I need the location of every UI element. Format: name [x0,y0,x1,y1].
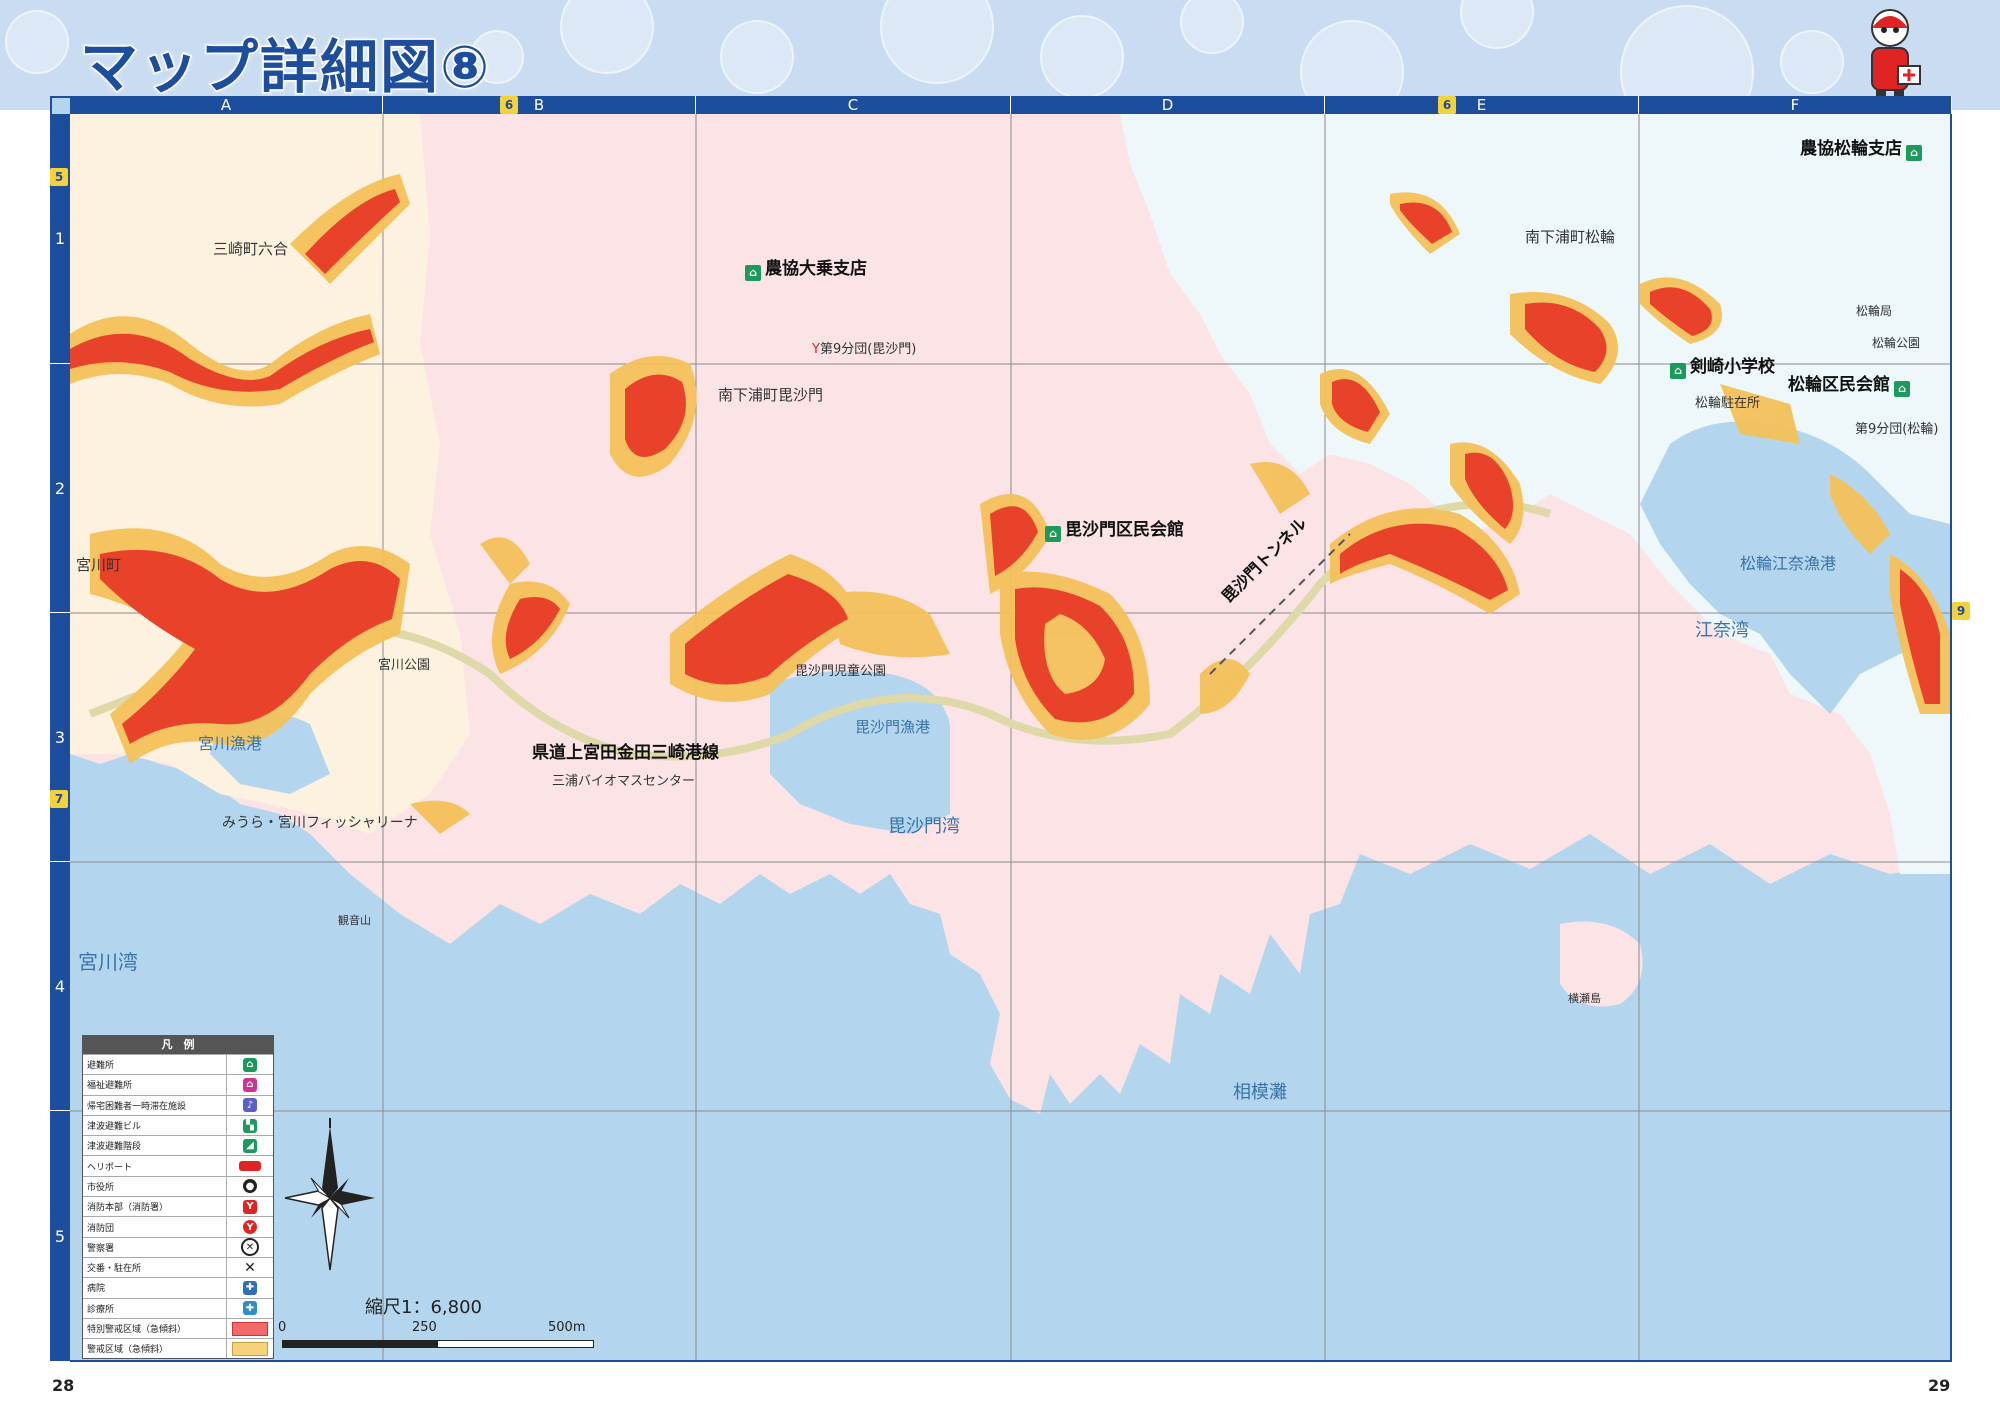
place-miyagawa-bay: 宮川湾 [78,950,138,974]
legend-item: 市役所 ● [83,1175,273,1197]
place-bishamon-port: 毘沙門漁港 [855,718,931,736]
place-bishamon-bay: 毘沙門湾 [888,816,960,837]
column-header-bar: A B C D E F [70,96,1952,114]
place-misaki-mutsuai: 三崎町六合 [213,240,289,258]
legend-item: 病院 ✚ [83,1277,273,1298]
scale-tick-0: 0 [278,1320,287,1335]
scale-label: 縮尺1：6,800 [365,1297,482,1318]
scale-bar [282,1340,594,1348]
place-kenzaki-school[interactable]: ⌂ 剣崎小学校 [1670,352,1775,379]
scale-tick-250: 250 [412,1320,437,1335]
special-warning-swatch [232,1321,268,1336]
place-miyagawa-arena: みうら・宮川フィッシャリーナ [222,815,418,831]
legend-item: 帰宅困難者一時滞在施設 ♪ [83,1094,273,1115]
fire-brigade-icon: Y [812,342,820,357]
place-miyagawa-cho: 宮川町 [76,556,122,574]
adjacent-page-marker-top-e[interactable]: 6 [1438,96,1456,114]
adjacent-page-marker-left-bottom[interactable]: 7 [50,790,68,808]
tsunami-stairs-icon: ◢ [243,1138,257,1153]
place-matsuwa-kyoku: 松輪局 [1856,304,1893,318]
city-hall-icon: ● [243,1179,257,1194]
place-matsuwa-enaport: 松輪江奈漁港 [1740,554,1837,573]
compass-rose-icon [284,1118,375,1271]
column-d: D [1011,96,1325,114]
legend-header: 凡 例 [83,1036,273,1054]
place-sagami-nada: 相模灘 [1233,1082,1287,1103]
tsunami-building-icon: ▚ [243,1118,257,1133]
hospital-icon: ✚ [243,1280,257,1295]
place-bishamon-kaikan[interactable]: ⌂ 毘沙門区民会館 [1045,515,1184,542]
row-2: 2 [50,364,70,613]
welfare-shelter-icon: ⌂ [243,1077,257,1092]
place-fire-9-matsuwa[interactable]: 第9分団(松輪) [1855,418,1938,437]
place-minami-matsuwa: 南下浦町松輪 [1525,228,1616,246]
heliport-icon [239,1161,261,1172]
place-bishamon-park: 毘沙門児童公園 [795,664,887,679]
place-minami-bishamon: 南下浦町毘沙門 [718,386,824,404]
fire-hq-icon: Y [243,1199,257,1214]
scale-tick-500: 500m [548,1320,586,1335]
column-a: A [70,96,383,114]
place-kannonyama: 観音山 [338,914,371,927]
legend-item: 警戒区域（急傾斜） [83,1338,273,1359]
temporary-stay-icon: ♪ [243,1098,257,1113]
row-4: 4 [50,862,70,1111]
legend-item: 警察署 ✕ [83,1236,273,1257]
place-matsuwa-park: 松輪公園 [1872,336,1921,350]
place-nokyo-matsuwa[interactable]: 農協松輪支店 ⌂ [1800,134,1926,161]
column-e: E [1325,96,1639,114]
place-matsuwa-kaikan[interactable]: 松輪区民会館 ⌂ [1788,370,1914,397]
place-fire-9-bishamon[interactable]: Y第9分団(毘沙門) [812,338,916,357]
place-miyagawa-port: 宮川漁港 [198,734,263,753]
warning-swatch [232,1341,268,1356]
legend-item: 診療所 ✚ [83,1297,273,1318]
page-title: マップ詳細図⑧ [78,32,492,103]
legend-item: 津波避難階段 ◢ [83,1135,273,1156]
row-5: 5 [50,1111,70,1362]
police-box-icon: ✕ [244,1259,256,1276]
mascot-icon [1871,9,1921,104]
legend-item: 福祉避難所 ⌂ [83,1074,273,1095]
fire-brigade-icon: Y [243,1220,257,1235]
column-f: F [1639,96,1952,114]
legend-item: 特別警戒区域（急傾斜） [83,1317,273,1339]
legend-item: 交番・駐在所 ✕ [83,1256,273,1278]
row-header-bar: 1 2 3 4 5 [50,114,70,1362]
title-banner: マップ詳細図⑧ [0,0,2000,110]
shelter-icon: ⌂ [745,265,761,281]
page-number-right: 29 [1928,1376,1951,1395]
place-yokosu-island: 横瀬島 [1568,992,1601,1005]
shelter-icon: ⌂ [243,1057,257,1072]
place-ena-bay: 江奈湾 [1695,620,1749,641]
column-c: C [696,96,1011,114]
legend-item: 避難所 ⌂ [83,1054,273,1075]
place-bio-mass: 三浦バイオマスセンター [552,774,696,789]
shelter-icon: ⌂ [1894,381,1910,397]
row-3: 3 [50,613,70,862]
legend-item: 消防本部（消防署） Y [83,1196,273,1217]
page-number-left: 28 [52,1376,75,1395]
clinic-icon: ✚ [243,1301,257,1316]
place-pref-road: 県道上宮田金田三崎港線 [532,743,719,763]
shelter-icon: ⌂ [1045,526,1061,542]
shelter-icon: ⌂ [1670,363,1686,379]
place-miyagawa-park: 宮川公園 [378,658,431,673]
legend-item: 消防団 Y [83,1216,273,1237]
legend-item: ヘリポート [83,1155,273,1176]
column-b: B [383,96,696,114]
place-nokyo-ojo[interactable]: ⌂ 農協大乗支店 [745,254,867,281]
place-matsuwa-police[interactable]: 松輪駐在所 [1695,392,1760,411]
police-station-icon: ✕ [241,1238,259,1257]
adjacent-page-marker-right[interactable]: 9 [1952,602,1970,620]
row-1: 1 [50,114,70,364]
map-legend: 凡 例 避難所 ⌂ 福祉避難所 ⌂ 帰宅困難者一時滞在施設 ♪ 津波避難ビル ▚ 津波避… [82,1035,274,1360]
adjacent-page-marker-left-top[interactable]: 5 [50,168,68,186]
legend-item: 津波避難ビル ▚ [83,1114,273,1136]
shelter-icon: ⌂ [1906,145,1922,161]
adjacent-page-marker-top-b[interactable]: 6 [500,96,518,114]
